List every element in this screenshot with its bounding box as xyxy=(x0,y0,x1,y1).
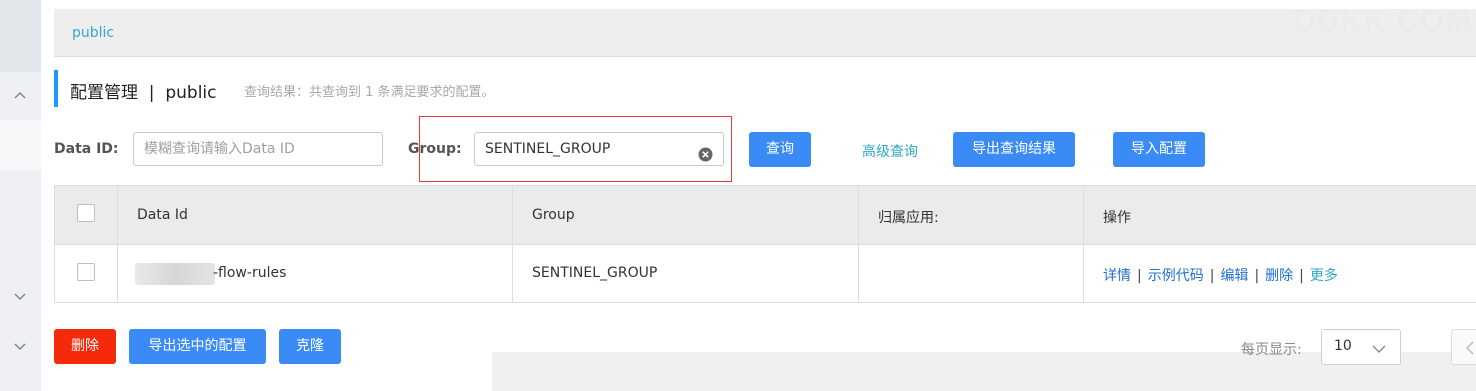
column-header-group[interactable]: Group xyxy=(532,207,575,223)
separator: | xyxy=(1299,268,1304,284)
page-title: 配置管理 | public xyxy=(70,83,217,103)
edit-link[interactable]: 编辑 xyxy=(1220,268,1248,284)
group-input[interactable]: SENTINEL_GROUP xyxy=(474,132,724,166)
chevron-down-icon[interactable] xyxy=(13,339,27,353)
more-link[interactable]: 更多 xyxy=(1310,268,1338,284)
row-checkbox[interactable] xyxy=(77,263,95,281)
import-config-button[interactable]: 导入配置 xyxy=(1113,132,1205,167)
column-divider xyxy=(1083,186,1084,302)
page-size-label: 每页显示: xyxy=(1241,342,1302,358)
namespace-bar: public DDKK.COM xyxy=(54,3,1476,57)
table-header xyxy=(55,186,1476,245)
column-header-app: 归属应用: xyxy=(878,210,939,226)
page-size-value: 10 xyxy=(1334,338,1352,354)
separator: | xyxy=(1137,268,1142,284)
query-result-summary: 查询结果：共查询到 1 条满足要求的配置。 xyxy=(244,85,495,100)
column-header-actions: 操作 xyxy=(1103,210,1131,226)
config-table: Data Id Group 归属应用: 操作 -flow-rules SENTI… xyxy=(54,185,1476,303)
previous-page-button[interactable] xyxy=(1451,329,1476,365)
column-divider xyxy=(512,186,513,302)
chevron-up-icon[interactable] xyxy=(13,89,27,103)
separator: | xyxy=(1254,268,1260,284)
column-divider xyxy=(858,186,859,302)
left-sidebar xyxy=(0,0,41,391)
row-actions: 详情 | 示例代码 | 编辑 | 删除 | 更多 xyxy=(1103,265,1338,285)
delete-button[interactable]: 删除 xyxy=(54,329,116,364)
redacted-text xyxy=(135,263,215,285)
chevron-down-icon[interactable] xyxy=(13,289,27,303)
sample-code-link[interactable]: 示例代码 xyxy=(1148,268,1204,284)
sidebar-block xyxy=(0,0,41,72)
data-id-label: Data ID: xyxy=(54,141,119,157)
clear-icon[interactable] xyxy=(698,142,713,162)
column-divider xyxy=(117,186,118,302)
group-label: Group: xyxy=(408,141,462,157)
clone-button[interactable]: 克隆 xyxy=(279,329,341,364)
details-link[interactable]: 详情 xyxy=(1103,268,1131,284)
chevron-down-icon xyxy=(1372,341,1386,355)
column-header-data-id[interactable]: Data Id xyxy=(137,207,188,223)
row-data-id: -flow-rules xyxy=(213,265,287,281)
title-accent-bar xyxy=(54,70,58,107)
data-id-input[interactable]: 模糊查询请输入Data ID xyxy=(133,132,383,166)
select-all-checkbox[interactable] xyxy=(77,204,95,222)
page-size-select[interactable]: 10 xyxy=(1321,329,1401,365)
advanced-query-link[interactable]: 高级查询 xyxy=(862,141,918,161)
row-group: SENTINEL_GROUP xyxy=(532,265,658,281)
export-selected-button[interactable]: 导出选中的配置 xyxy=(129,329,266,364)
delete-link[interactable]: 删除 xyxy=(1265,268,1293,284)
watermark: DDKK.COM xyxy=(1293,3,1472,38)
group-input-value: SENTINEL_GROUP xyxy=(485,141,611,157)
namespace-link-public[interactable]: public xyxy=(72,25,114,41)
export-results-button[interactable]: 导出查询结果 xyxy=(953,132,1075,167)
query-button[interactable]: 查询 xyxy=(749,132,811,167)
chevron-left-icon xyxy=(1464,340,1476,355)
separator: | xyxy=(1209,268,1215,284)
sidebar-selected-block xyxy=(0,120,41,170)
